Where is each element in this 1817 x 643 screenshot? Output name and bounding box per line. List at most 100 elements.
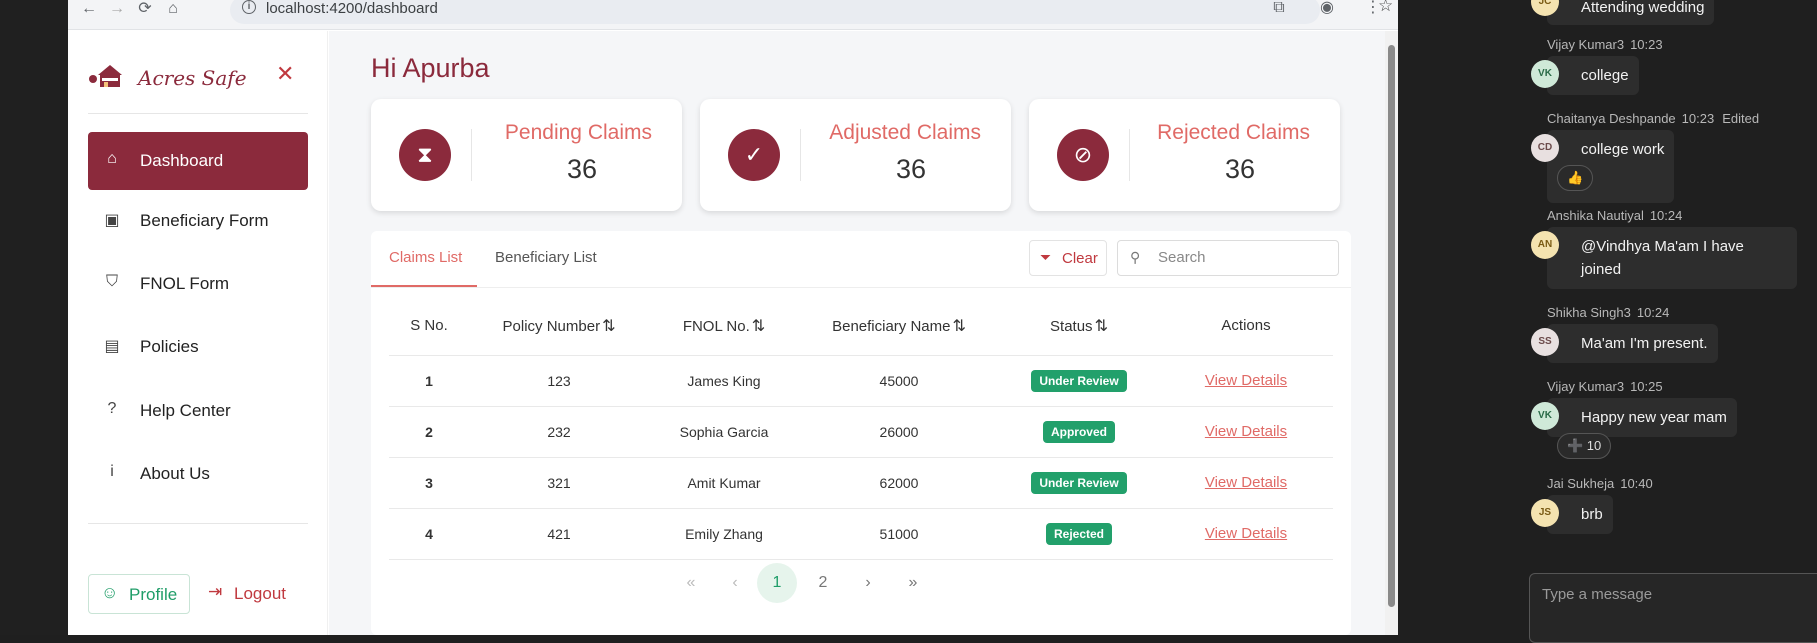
logout-button[interactable]: ⇥ Logout [208,574,308,614]
message-input[interactable] [1542,586,1802,603]
cell-status: Rejected [999,508,1159,560]
cell-fnol-no: Sophia Garcia [649,406,799,458]
avatar: AN [1531,231,1559,259]
message-text: Ma'am I'm present. [1581,335,1708,352]
user-icon: ☺ [101,583,119,602]
column-header-fnol-no[interactable]: FNOL No. ⇅ [649,297,799,356]
chat-message[interactable]: college [1547,56,1639,95]
message-text: college work [1581,141,1665,158]
site-info-icon[interactable]: i [242,0,256,14]
next-page-button[interactable]: › [848,563,888,603]
cell-beneficiary-name: 62000 [799,457,999,509]
contact-card-icon: ▣ [104,212,120,229]
card-count: 36 [895,154,927,184]
sidebar-item-about-us[interactable]: i About Us [88,445,308,503]
view-details-link[interactable]: View Details [1205,474,1287,491]
view-details-link[interactable]: View Details [1205,372,1287,389]
first-page-button[interactable]: « [671,563,711,603]
browser-menu-icon[interactable]: ⋮ [1360,0,1386,19]
column-header-beneficiary-name[interactable]: Beneficiary Name ⇅ [799,297,999,356]
page-button-1[interactable]: 1 [757,563,797,603]
message-text: college [1581,67,1629,84]
page-scrollbar[interactable] [1385,31,1398,635]
sidebar-item-beneficiary-form[interactable]: ▣ Beneficiary Form [88,192,308,250]
status-badge: Rejected [1045,522,1113,545]
sidebar-item-fnol-form[interactable]: ⛉ FNOL Form [88,255,308,313]
browser-toolbar: ← → ⟳ ⌂ i localhost:4200/dashboard ☆ ⧉ ◉… [68,0,1398,30]
question-circle-icon: ? [107,400,117,417]
column-header-status[interactable]: Status ⇅ [999,297,1159,356]
view-details-link[interactable]: View Details [1205,525,1287,542]
sidebar: Acres Safe ✕ ⌂ Dashboard ▣ Beneficiary F… [68,31,328,635]
reload-icon[interactable]: ⟳ [132,0,158,20]
cell-status: Under Review [999,355,1159,407]
sidebar-item-label: About Us [140,464,210,483]
chat-message[interactable]: Happy new year mam [1547,398,1737,437]
message-time: 10:23 [1630,37,1663,52]
view-details-link[interactable]: View Details [1205,423,1287,440]
card-title: Rejected Claims [1157,121,1310,144]
hourglass-icon: ⧗ [399,129,451,181]
address-bar[interactable]: i localhost:4200/dashboard ☆ [230,0,1393,24]
message-author: Vijay Kumar3 [1547,379,1625,394]
home-icon[interactable]: ⌂ [160,0,186,20]
cell-policy-number: 321 [469,457,649,509]
column-header-label: Status [1050,317,1093,335]
avatar: VK [1531,402,1559,430]
sort-icon[interactable]: ⇅ [752,318,765,335]
desktop-gap [1398,0,1513,635]
chat-panel: Attending wedding JC Vijay Kumar3 10:23 c… [1513,0,1817,643]
page-button-2[interactable]: 2 [803,563,843,603]
main-content: Hi Apurba ⧗ Pending Claims 36 ✓ Adjusted… [329,31,1385,635]
table-row: 2 232 Sophia Garcia 26000 Approved View … [389,406,1333,458]
card-count: 36 [1224,154,1256,184]
forward-icon[interactable]: → [104,0,130,20]
profile-account-icon[interactable]: ◉ [1314,0,1340,19]
column-header-actions: Actions [1159,297,1333,356]
tab-claims-list[interactable]: Claims List [371,231,477,287]
sort-icon[interactable]: ⇅ [952,318,965,335]
status-badge: Approved [1042,420,1115,443]
reaction-plus[interactable]: ➕ 10 [1557,433,1612,459]
acres-safe-logo-icon [89,65,122,87]
back-icon[interactable]: ← [76,0,102,20]
status-badge: Under Review [1031,369,1127,392]
sidebar-item-policies[interactable]: ▤ Policies [88,318,308,376]
chat-message[interactable]: @Vindhya Ma'am I have joined [1547,227,1797,289]
sidebar-item-help-center[interactable]: ? Help Center [88,382,308,440]
cell-actions: View Details [1159,355,1333,407]
cell-fnol-no: Emily Zhang [649,508,799,560]
tab-beneficiary-list[interactable]: Beneficiary List [477,231,617,287]
cell-sno: 2 [389,406,469,458]
page-greeting: Hi Apurba [371,53,490,83]
sidebar-item-dashboard[interactable]: ⌂ Dashboard [88,132,308,190]
ban-icon: ⊘ [1057,129,1109,181]
card-title: Pending Claims [504,121,652,144]
pagination: « ‹ 1 2 › » [371,561,1351,605]
cell-status: Under Review [999,457,1159,509]
message-time: 10:25 [1630,379,1663,394]
cell-fnol-no: James King [649,355,799,407]
column-header-policy-number[interactable]: Policy Number ⇅ [469,297,649,356]
card-divider [1129,129,1130,181]
reaction-thumbs-up[interactable]: 👍 [1557,165,1594,191]
scrollbar-thumb[interactable] [1388,45,1395,607]
sort-icon[interactable]: ⇅ [1095,318,1108,335]
last-page-button[interactable]: » [893,563,933,603]
close-sidebar-icon[interactable]: ✕ [276,61,294,87]
search-icon: ⚲ [1130,249,1141,265]
profile-button[interactable]: ☺ Profile [88,574,190,614]
extensions-icon[interactable]: ⧉ [1266,0,1292,19]
adjusted-claims-card: ✓ Adjusted Claims 36 [700,99,1011,211]
desktop-left-edge [0,0,68,635]
sort-icon[interactable]: ⇅ [602,318,615,335]
cell-fnol-no: Amit Kumar [649,457,799,509]
url-text[interactable]: localhost:4200/dashboard [266,0,438,17]
shield-icon: ⛉ [105,273,118,290]
prev-page-button[interactable]: ‹ [715,563,755,603]
avatar: SS [1531,328,1559,356]
chat-message[interactable]: Ma'am I'm present. [1547,324,1718,363]
clear-filter-button[interactable]: ⏷ Clear [1029,240,1107,276]
search-input[interactable] [1158,249,1328,266]
cell-status: Approved [999,406,1159,458]
